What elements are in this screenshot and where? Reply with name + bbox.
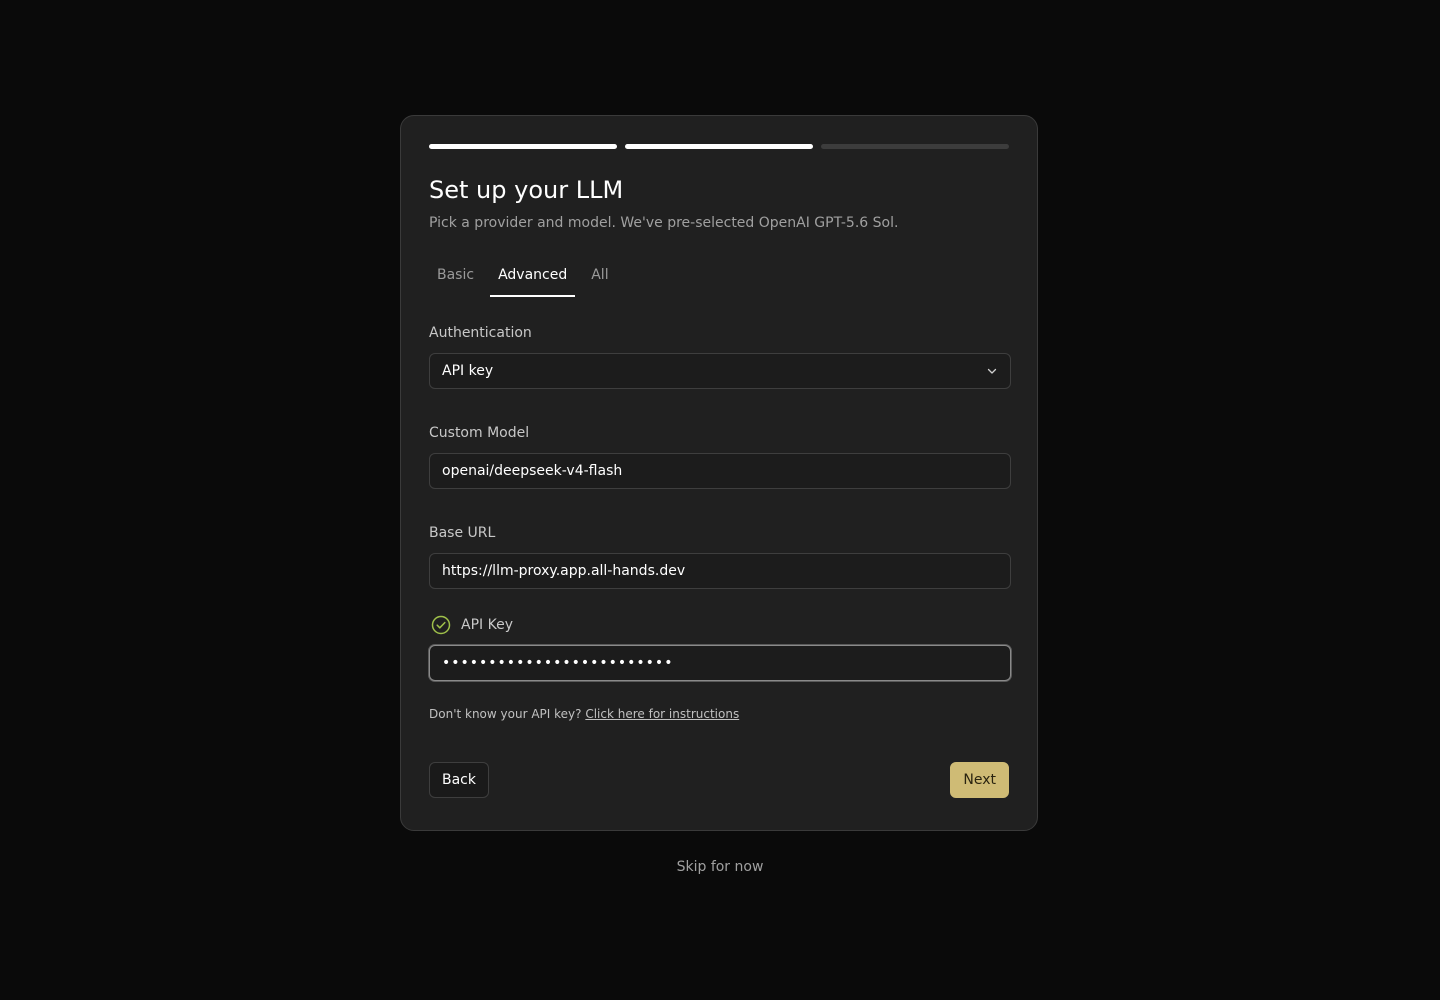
setup-card: Set up your LLM Pick a provider and mode… xyxy=(400,115,1038,831)
chevron-down-icon xyxy=(987,368,997,374)
form-actions: Back Next xyxy=(429,762,1009,798)
progress-bar xyxy=(429,144,1009,149)
custom-model-field: Custom Model openai/deepseek-v4-flash xyxy=(429,423,1011,489)
tab-basic[interactable]: Basic xyxy=(429,265,482,297)
instructions-link[interactable]: Click here for instructions xyxy=(585,707,739,721)
api-key-help: Don't know your API key? Click here for … xyxy=(429,706,1009,722)
base-url-label: Base URL xyxy=(429,525,496,541)
custom-model-value: openai/deepseek-v4-flash xyxy=(442,463,623,479)
base-url-input[interactable]: https://llm-proxy.app.all-hands.dev xyxy=(429,553,1011,589)
page-title: Set up your LLM xyxy=(429,176,624,204)
check-circle-icon xyxy=(431,615,451,635)
next-button[interactable]: Next xyxy=(950,762,1009,798)
progress-step-3 xyxy=(821,144,1009,149)
base-url-field: Base URL https://llm-proxy.app.all-hands… xyxy=(429,523,1011,589)
authentication-select[interactable]: API key xyxy=(429,353,1011,389)
page-subtitle: Pick a provider and model. We've pre-sel… xyxy=(429,215,899,231)
api-key-field: API Key ••••••••••••••••••••••••• xyxy=(429,615,1011,681)
custom-model-input[interactable]: openai/deepseek-v4-flash xyxy=(429,453,1011,489)
api-key-label-row: API Key xyxy=(429,615,1009,635)
custom-model-label: Custom Model xyxy=(429,425,530,441)
tab-advanced[interactable]: Advanced xyxy=(490,265,576,297)
api-key-value: ••••••••••••••••••••••••• xyxy=(442,655,674,671)
back-button[interactable]: Back xyxy=(429,762,489,798)
skip-button[interactable]: Skip for now xyxy=(677,859,764,875)
base-url-value: https://llm-proxy.app.all-hands.dev xyxy=(442,563,686,579)
api-key-help-text: Don't know your API key? xyxy=(429,707,582,721)
progress-step-1 xyxy=(429,144,617,149)
authentication-value: API key xyxy=(442,363,494,379)
api-key-input[interactable]: ••••••••••••••••••••••••• xyxy=(429,645,1011,681)
skip-container: Skip for now xyxy=(0,858,1440,876)
settings-tabs: Basic Advanced All xyxy=(429,265,1009,297)
tab-all[interactable]: All xyxy=(583,265,616,297)
authentication-label: Authentication xyxy=(429,325,532,341)
progress-step-2 xyxy=(625,144,813,149)
authentication-field: Authentication API key xyxy=(429,323,1011,389)
api-key-label: API Key xyxy=(461,617,513,633)
onboarding-page: Set up your LLM Pick a provider and mode… xyxy=(0,0,1440,1000)
